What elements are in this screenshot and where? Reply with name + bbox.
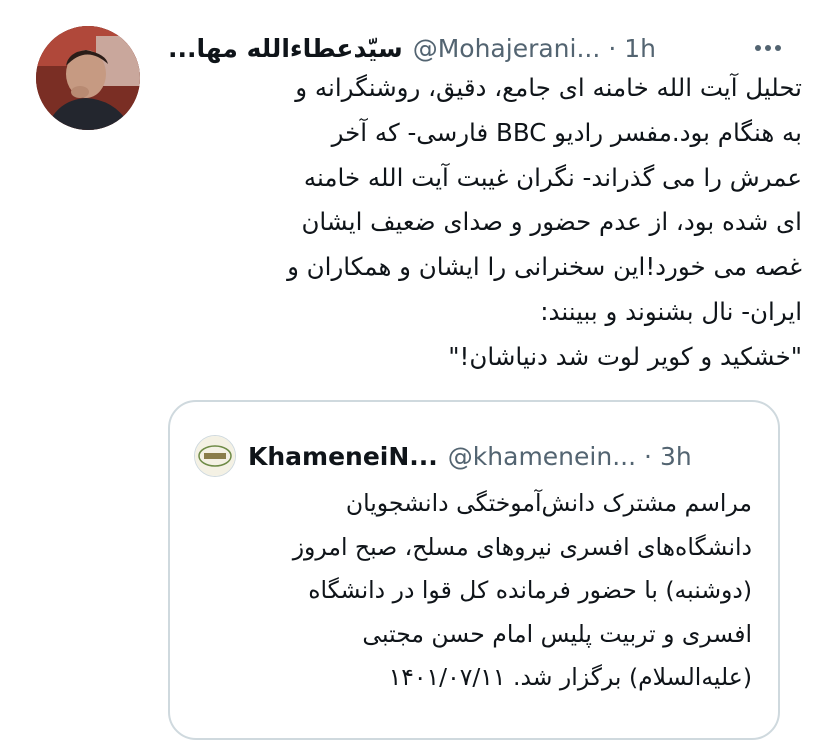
quoted-tweet-body: مراسم مشترک دانش‌آموختگی دانشجویان دانشگ…	[192, 482, 752, 700]
quoted-author-handle[interactable]: @khamenein...	[448, 442, 636, 471]
quoted-body-line: دانشگاه‌های افسری نیروهای مسلح، صبح امرو…	[292, 532, 752, 561]
tweet[interactable]: سیّدعطاءالله مها... @Mohajerani... · 1h …	[0, 0, 820, 740]
more-horizontal-icon[interactable]	[748, 30, 788, 66]
quoted-body-line: مراسم مشترک دانش‌آموختگی دانشجویان	[345, 489, 752, 517]
author-avatar[interactable]	[36, 26, 140, 130]
tweet-body-line: تحلیل آیت الله خامنه ای جامع، دقیق، روشن…	[295, 73, 802, 102]
author-name[interactable]: سیّدعطاءالله مها...	[168, 34, 403, 63]
quoted-body-line: (علیه‌السلام) برگزار شد. ۱۴۰۱/۰۷/۱۱	[388, 663, 752, 691]
tweet-time[interactable]: 1h	[624, 34, 656, 63]
tweet-body-line: غصه می خورد!این سخنرانی را ایشان و همکار…	[287, 252, 802, 282]
quoted-body-line: (دوشنبه) با حضور فرمانده کل قوا در دانشگ…	[308, 576, 752, 604]
separator-dot: ·	[608, 33, 617, 63]
quoted-tweet-card[interactable]: KhameneiN... @khamenein... · 3h مراسم مش…	[168, 400, 780, 740]
author-photo	[36, 26, 140, 130]
tweet-body-line: ای شده بود، از عدم حضور و صدای ضعیف ایشا…	[301, 207, 802, 237]
tweet-body-line: عمرش را می گذراند- نگران غیبت آیت الله خ…	[303, 162, 802, 192]
author-handle[interactable]: @Mohajerani...	[413, 34, 601, 63]
tweet-body-line: به هنگام بود.مفسر رادیو BBC فارسی- که آخ…	[331, 117, 802, 147]
quoted-author-avatar[interactable]	[194, 435, 236, 477]
quoted-tweet-time[interactable]: 3h	[660, 442, 692, 471]
quoted-body-line: افسری و تربیت پلیس امام حسن مجتبی	[362, 619, 752, 648]
quoted-tweet-header: KhameneiN... @khamenein... · 3h	[194, 435, 764, 477]
tweet-header: سیّدعطاءالله مها... @Mohajerani... · 1h	[168, 30, 788, 66]
separator-dot: ·	[644, 441, 652, 471]
tweet-body: تحلیل آیت الله خامنه ای جامع، دقیق، روشن…	[172, 66, 802, 380]
quoted-author-name[interactable]: KhameneiN...	[248, 442, 438, 471]
tweet-body-line: "خشکید و کویر لوت شد دنیاشان!"	[448, 341, 802, 371]
tweet-body-line: ایران- نال بشنوند و ببینند:	[540, 296, 802, 326]
